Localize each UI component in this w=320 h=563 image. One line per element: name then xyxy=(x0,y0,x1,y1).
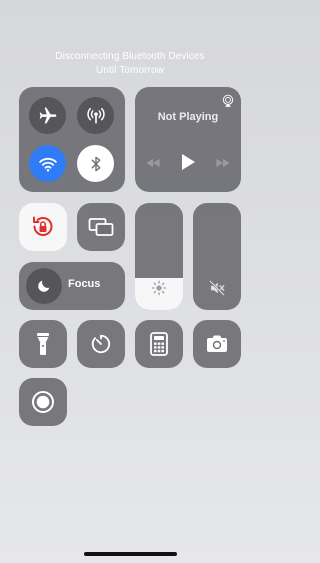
bluetooth-toggle[interactable] xyxy=(77,145,114,182)
now-playing-module[interactable]: Not Playing xyxy=(135,87,241,192)
wifi-toggle[interactable] xyxy=(29,145,66,182)
banner-line-1: Disconnecting Bluetooth Devices xyxy=(55,51,205,62)
volume-icon-wrap xyxy=(207,278,227,298)
brightness-slider[interactable] xyxy=(135,203,183,310)
fast-forward-icon xyxy=(216,159,230,167)
screen-mirroring-icon xyxy=(88,218,114,236)
airplay-button[interactable] xyxy=(220,93,236,109)
calculator-icon xyxy=(150,332,168,356)
home-indicator[interactable] xyxy=(84,552,177,556)
connectivity-module xyxy=(19,87,125,192)
banner-line-2: Until Tomorrow xyxy=(96,65,164,76)
screen-mirroring-button[interactable] xyxy=(77,203,125,251)
bluetooth-icon xyxy=(91,156,100,171)
play-icon xyxy=(182,154,195,170)
cellular-data-toggle[interactable] xyxy=(77,97,114,134)
speaker-muted-icon xyxy=(209,280,225,296)
focus-button[interactable]: Focus xyxy=(19,262,125,310)
camera-button[interactable] xyxy=(193,320,241,368)
fast-forward-button[interactable] xyxy=(213,153,233,173)
focus-icon-circle xyxy=(26,268,62,304)
flashlight-button[interactable] xyxy=(19,320,67,368)
airplay-icon xyxy=(222,94,234,107)
airplane-mode-toggle[interactable] xyxy=(29,97,66,134)
orientation-lock-toggle[interactable] xyxy=(19,203,67,251)
focus-label: Focus xyxy=(68,278,101,290)
timer-button[interactable] xyxy=(77,320,125,368)
flashlight-icon xyxy=(37,333,49,355)
status-banner: Disconnecting Bluetooth Devices Until To… xyxy=(0,50,260,78)
airplane-icon xyxy=(39,107,56,123)
screen-record-icon xyxy=(32,391,54,413)
orientation-lock-icon xyxy=(33,216,53,236)
wifi-icon xyxy=(38,157,57,171)
rewind-icon xyxy=(146,159,160,167)
screen-recording-button[interactable] xyxy=(19,378,67,426)
sun-icon xyxy=(151,280,167,296)
moon-icon xyxy=(38,280,50,292)
rewind-button[interactable] xyxy=(143,153,163,173)
brightness-icon-wrap xyxy=(149,278,169,298)
cellular-antenna-icon xyxy=(86,107,105,123)
timer-icon xyxy=(91,334,111,354)
calculator-button[interactable] xyxy=(135,320,183,368)
camera-icon xyxy=(207,335,227,352)
play-button[interactable] xyxy=(177,151,199,173)
now-playing-title: Not Playing xyxy=(157,111,219,123)
volume-slider[interactable] xyxy=(193,203,241,310)
